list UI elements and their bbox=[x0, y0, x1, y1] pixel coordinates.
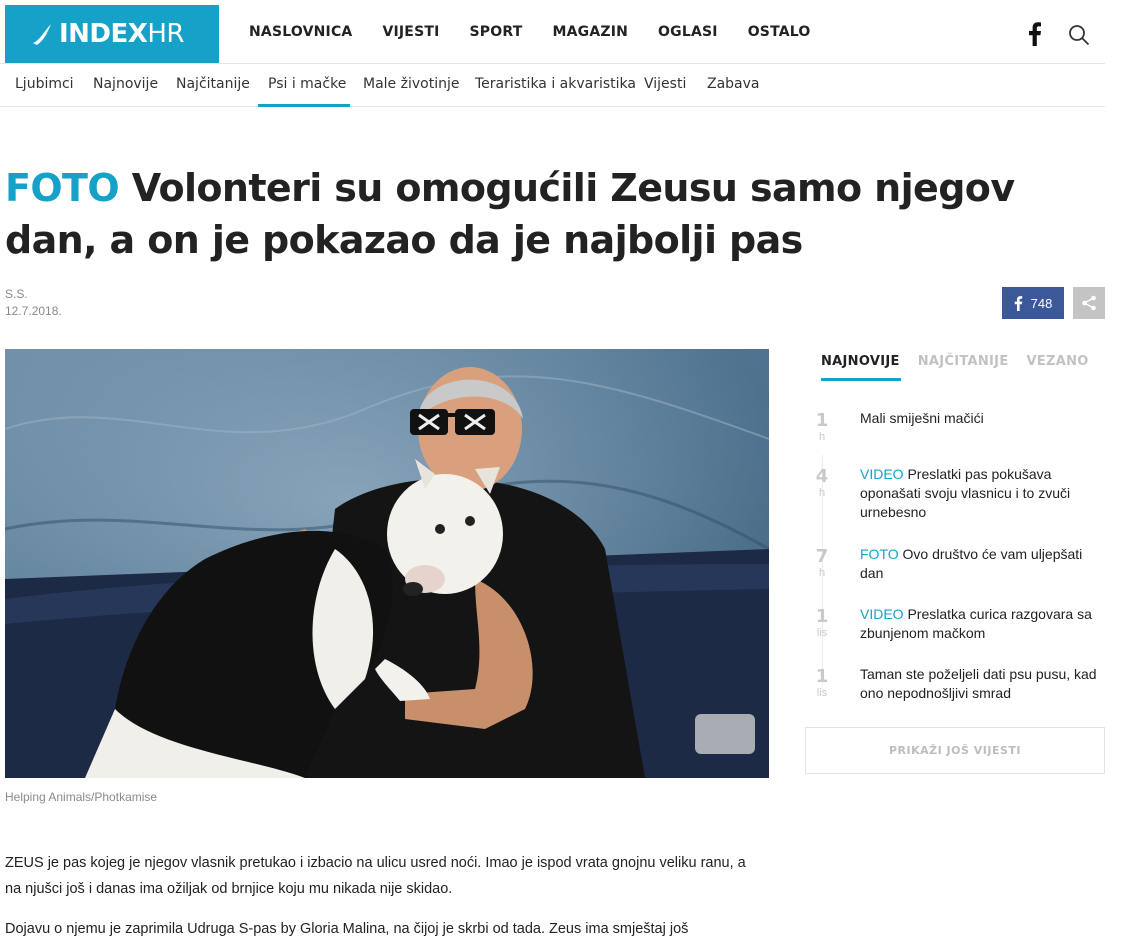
subnav-psi-i-macke[interactable]: Psi i mačke bbox=[268, 76, 346, 92]
share-icon bbox=[1082, 295, 1096, 311]
tab-najcitanije[interactable]: NAJČITANIJE bbox=[918, 354, 1009, 369]
subnav-ljubimci[interactable]: Ljubimci bbox=[15, 76, 74, 92]
news-time: 1 h bbox=[815, 410, 829, 444]
news-item[interactable]: 1 lis Taman ste poželjeli dati psu pusu,… bbox=[810, 664, 1105, 724]
facebook-icon bbox=[1014, 295, 1022, 311]
facebook-icon[interactable] bbox=[1026, 22, 1044, 46]
main-nav: NASLOVNICA VIJESTI SPORT MAGAZIN OGLASI … bbox=[249, 24, 841, 40]
subnav-zabava[interactable]: Zabava bbox=[707, 76, 760, 92]
site-header: INDEXHR NASLOVNICA VIJESTI SPORT MAGAZIN… bbox=[0, 0, 1105, 64]
article-date: 12.7.2018. bbox=[5, 304, 62, 318]
active-tab-indicator bbox=[258, 104, 350, 107]
show-more-news-button[interactable]: PRIKAŽI JOŠ VIJESTI bbox=[805, 727, 1105, 774]
photo-illustration bbox=[5, 349, 769, 778]
news-headline[interactable]: VIDEO Preslatki pas pokušava oponašati s… bbox=[860, 464, 1105, 522]
article-photo[interactable] bbox=[5, 349, 769, 778]
news-headline[interactable]: FOTO Ovo društvo će vam uljepšati dan bbox=[860, 544, 1105, 583]
article-paragraph: ZEUS je pas kojeg je njegov vlasnik pret… bbox=[5, 855, 746, 897]
news-tag: FOTO bbox=[860, 546, 899, 562]
subnav-vijesti[interactable]: Vijesti bbox=[644, 76, 686, 92]
article-title: FOTO Volonteri su omogućili Zeusu samo n… bbox=[5, 162, 1115, 266]
sidebar-tabs: NAJNOVIJE NAJČITANIJE VEZANO bbox=[821, 354, 1107, 369]
logo-text: INDEXHR bbox=[59, 19, 184, 49]
nav-vijesti[interactable]: VIJESTI bbox=[382, 24, 439, 40]
news-headline[interactable]: Taman ste poželjeli dati psu pusu, kad o… bbox=[860, 664, 1105, 703]
subnav-teraristika[interactable]: Teraristika i akvaristika bbox=[475, 76, 636, 92]
news-item[interactable]: 4 h VIDEO Preslatki pas pokušava oponaša… bbox=[810, 464, 1105, 544]
news-tag: VIDEO bbox=[860, 466, 904, 482]
article-author: S.S. bbox=[5, 287, 28, 301]
nav-magazin[interactable]: MAGAZIN bbox=[552, 24, 628, 40]
tab-vezano[interactable]: VEZANO bbox=[1027, 354, 1089, 369]
share-button[interactable] bbox=[1073, 287, 1105, 319]
news-headline[interactable]: Mali smiješni mačići bbox=[860, 408, 1105, 428]
facebook-share-button[interactable]: 748 bbox=[1002, 287, 1064, 319]
site-logo[interactable]: INDEXHR bbox=[5, 5, 219, 63]
subnav-male-zivotinje[interactable]: Male životinje bbox=[363, 76, 459, 92]
subnav-najcitanije[interactable]: Najčitanije bbox=[176, 76, 250, 92]
category-nav: Ljubimci Najnovije Najčitanije Psi i mač… bbox=[0, 64, 1105, 107]
news-tag: VIDEO bbox=[860, 606, 904, 622]
article-title-text: Volonteri su omogućili Zeusu samo njegov… bbox=[5, 166, 1015, 262]
subnav-najnovije[interactable]: Najnovije bbox=[93, 76, 158, 92]
news-time: 1 lis bbox=[815, 666, 829, 700]
search-icon[interactable] bbox=[1068, 24, 1090, 46]
logo-swoosh-icon bbox=[33, 24, 51, 45]
latest-news-list: 1 h Mali smiješni mačići 4 h VIDEO Presl… bbox=[810, 408, 1105, 724]
nav-ostalo[interactable]: OSTALO bbox=[748, 24, 811, 40]
article-tag: FOTO bbox=[5, 166, 120, 210]
news-item[interactable]: 1 lis VIDEO Preslatka curica razgovara s… bbox=[810, 604, 1105, 664]
news-time: 4 h bbox=[815, 466, 829, 500]
article-paragraph: Dojavu o njemu je zaprimila Udruga S-pas… bbox=[5, 921, 689, 936]
article-body: ZEUS je pas kojeg je njegov vlasnik pret… bbox=[5, 850, 765, 936]
tab-najnovije[interactable]: NAJNOVIJE bbox=[821, 354, 900, 369]
news-item[interactable]: 7 h FOTO Ovo društvo će vam uljepšati da… bbox=[810, 544, 1105, 604]
news-time: 1 lis bbox=[815, 606, 829, 640]
share-count: 748 bbox=[1030, 295, 1053, 311]
news-headline[interactable]: VIDEO Preslatka curica razgovara sa zbun… bbox=[860, 604, 1105, 643]
article-meta: S.S. 12.7.2018. bbox=[5, 286, 62, 320]
nav-oglasi[interactable]: OGLASI bbox=[658, 24, 718, 40]
news-item[interactable]: 1 h Mali smiješni mačići bbox=[810, 408, 1105, 464]
news-time: 7 h bbox=[815, 546, 829, 580]
nav-naslovnica[interactable]: NASLOVNICA bbox=[249, 24, 352, 40]
photo-caption: Helping Animals/Photkamise bbox=[5, 790, 158, 804]
nav-sport[interactable]: SPORT bbox=[470, 24, 523, 40]
sidebar-tab-indicator bbox=[821, 378, 901, 381]
